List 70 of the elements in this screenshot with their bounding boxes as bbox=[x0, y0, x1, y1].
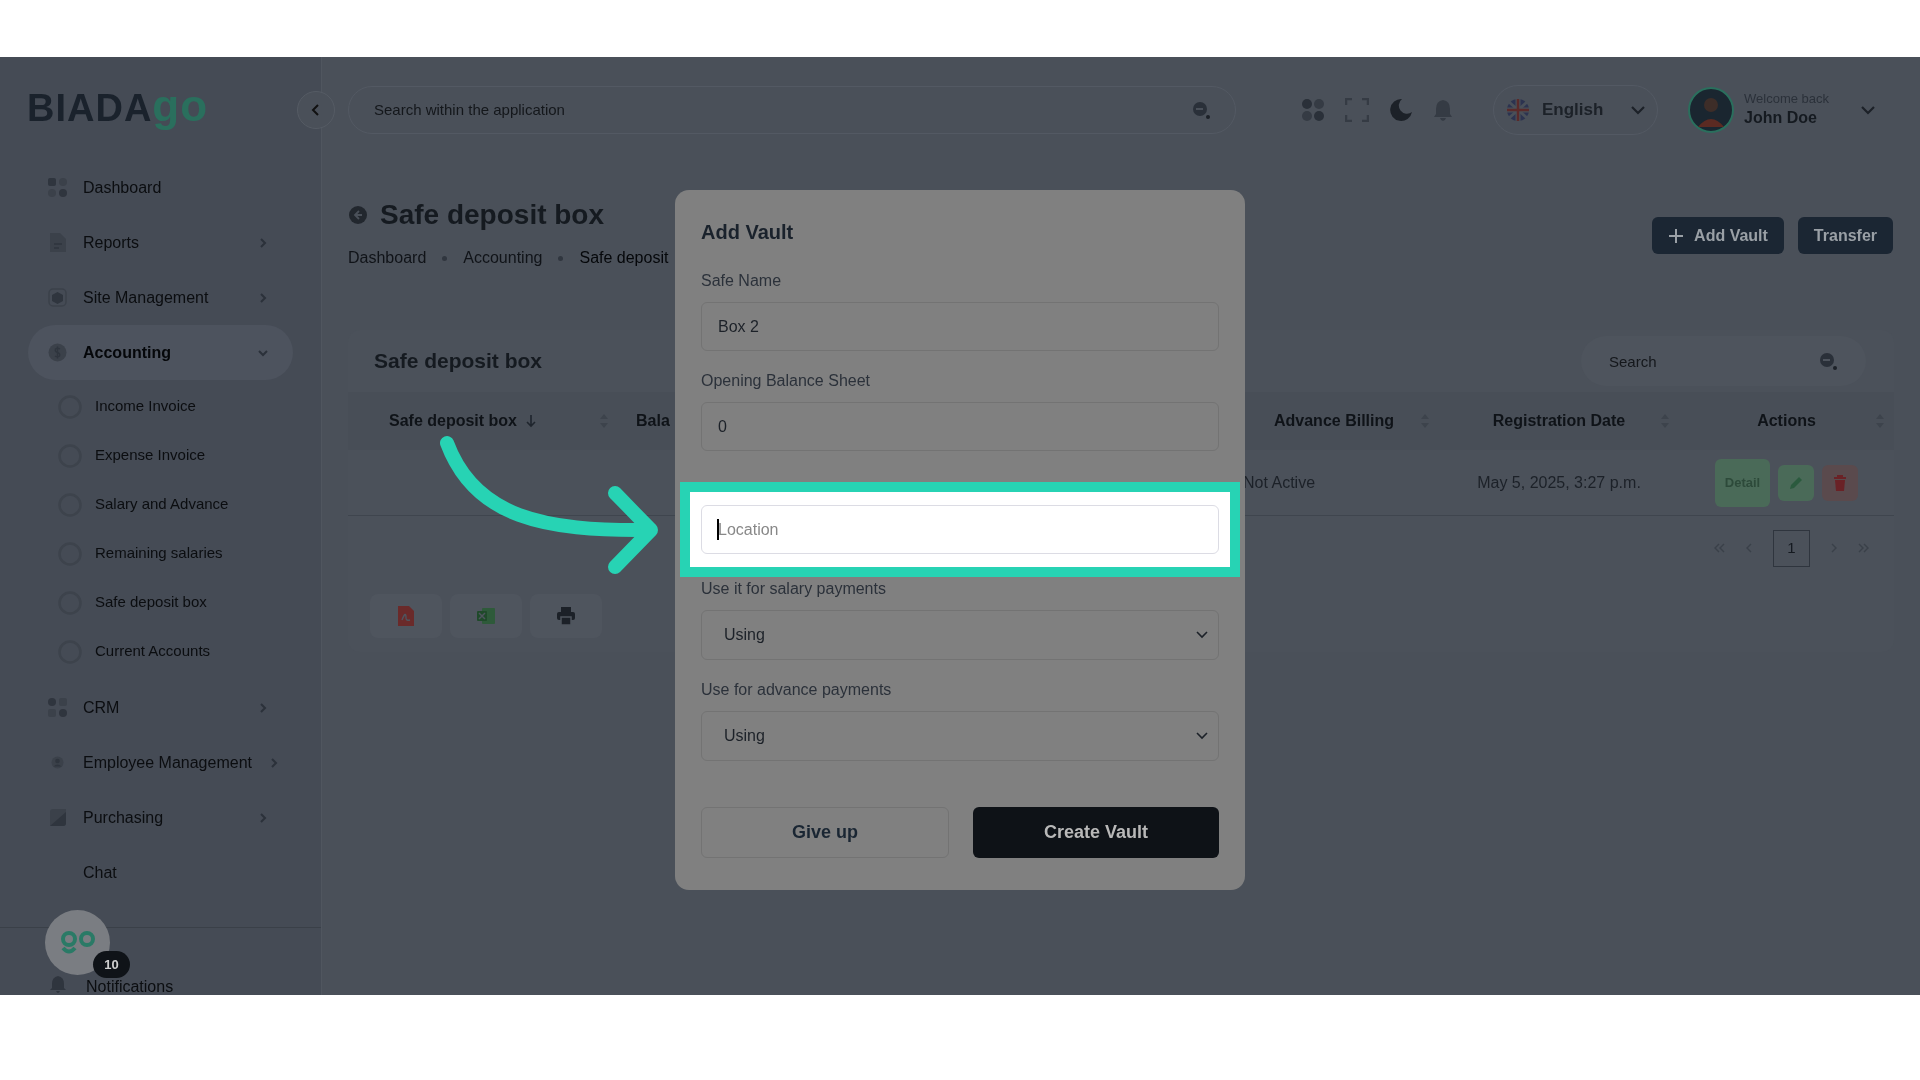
field-label: Safe Name bbox=[701, 271, 783, 291]
cancel-button[interactable]: Give up bbox=[701, 807, 949, 858]
column-header[interactable]: Safe deposit box bbox=[389, 409, 517, 433]
spreadsheet-icon bbox=[476, 606, 496, 626]
sidebar-item[interactable]: Chat bbox=[28, 845, 293, 900]
select-field[interactable]: Using bbox=[701, 711, 1219, 761]
pencil-icon bbox=[1788, 474, 1805, 491]
sidebar-item[interactable]: Notifications bbox=[86, 979, 174, 995]
add-vault-button[interactable]: Add Vault bbox=[1652, 217, 1784, 254]
chevron-left-icon bbox=[311, 103, 321, 116]
pdf-file-icon bbox=[397, 605, 415, 627]
sidebar-item[interactable]: Purchasing bbox=[28, 790, 293, 845]
dollar-icon bbox=[48, 343, 67, 362]
sidebar-subitem[interactable]: Income Invoice bbox=[58, 382, 321, 431]
sidebar-item[interactable]: Site Management bbox=[28, 270, 293, 325]
create-button[interactable]: Create Vault bbox=[973, 807, 1219, 858]
user-name: John Doe bbox=[1744, 107, 1818, 128]
sidebar-item[interactable]: Accounting bbox=[28, 325, 293, 380]
sidebar-item[interactable]: CRM bbox=[28, 680, 293, 735]
sort-down-icon[interactable] bbox=[525, 414, 537, 428]
back-icon[interactable] bbox=[348, 205, 368, 225]
plus-icon bbox=[1668, 227, 1685, 244]
apps-icon[interactable] bbox=[1301, 97, 1325, 122]
chevron-down-icon bbox=[1196, 732, 1208, 740]
sidebar-subitem[interactable]: Safe deposit box bbox=[58, 578, 321, 627]
pdf-export-button[interactable] bbox=[370, 594, 442, 638]
sidebar-subitem[interactable]: Current Accounts bbox=[58, 627, 321, 676]
input-field[interactable]: Location bbox=[701, 505, 1219, 554]
select-field[interactable]: Using bbox=[701, 610, 1219, 660]
breadcrumb[interactable]: Dashboard bbox=[348, 246, 427, 270]
flag-icon bbox=[1506, 97, 1530, 122]
page-button[interactable]: 1 bbox=[1773, 529, 1810, 567]
card-title: Safe deposit box bbox=[374, 348, 544, 375]
sidebar-item[interactable]: Employee Management bbox=[28, 735, 293, 790]
print-export-button[interactable] bbox=[530, 594, 602, 638]
page-title: Safe deposit box bbox=[380, 198, 605, 232]
edit-button[interactable] bbox=[1778, 464, 1815, 501]
bell-icon bbox=[50, 975, 66, 993]
field-label: Use for advance payments bbox=[701, 680, 893, 700]
chevron-down-icon bbox=[1631, 104, 1645, 115]
avatar bbox=[1688, 86, 1734, 133]
sidebar-item[interactable]: Reports bbox=[28, 215, 293, 270]
notification-badge: 10 bbox=[93, 951, 130, 978]
transfer-button[interactable]: Transfer bbox=[1797, 217, 1893, 254]
delete-button[interactable] bbox=[1822, 464, 1859, 501]
sidebar-item[interactable]: Dashboard bbox=[28, 160, 293, 215]
search-field[interactable]: Search within the application bbox=[348, 85, 1236, 134]
moon-icon[interactable] bbox=[1389, 97, 1413, 122]
chevron-down-icon bbox=[1196, 631, 1208, 639]
input-field[interactable]: 0 bbox=[701, 402, 1219, 451]
modal-title: Add Vault bbox=[701, 220, 795, 245]
printer-icon bbox=[556, 606, 576, 626]
excel-export-button[interactable] bbox=[450, 594, 522, 638]
breadcrumb[interactable]: Accounting bbox=[463, 246, 543, 270]
trash-icon bbox=[1833, 474, 1848, 491]
search-icon[interactable] bbox=[1191, 99, 1211, 120]
column-header[interactable]: Bala bbox=[636, 409, 670, 433]
chevron-down-icon[interactable] bbox=[1861, 104, 1875, 115]
column-header[interactable]: Registration Date bbox=[1492, 409, 1626, 433]
field-label: Opening Balance Sheet bbox=[701, 371, 871, 391]
tag-icon bbox=[48, 808, 67, 827]
breadcrumb: Safe deposit bbox=[579, 248, 669, 268]
column-header[interactable]: Advance Billing bbox=[1274, 409, 1394, 433]
sidebar-subitem[interactable]: Remaining salaries bbox=[58, 529, 321, 578]
input-field[interactable]: Box 2 bbox=[701, 302, 1219, 351]
sidebar-subitem[interactable]: Salary and Advance bbox=[58, 480, 321, 529]
search-icon[interactable] bbox=[1818, 351, 1838, 371]
sidebar-subitem[interactable]: Expense Invoice bbox=[58, 431, 321, 480]
column-header[interactable]: Actions bbox=[1757, 409, 1816, 433]
field-label: Use it for salary payments bbox=[701, 579, 887, 599]
